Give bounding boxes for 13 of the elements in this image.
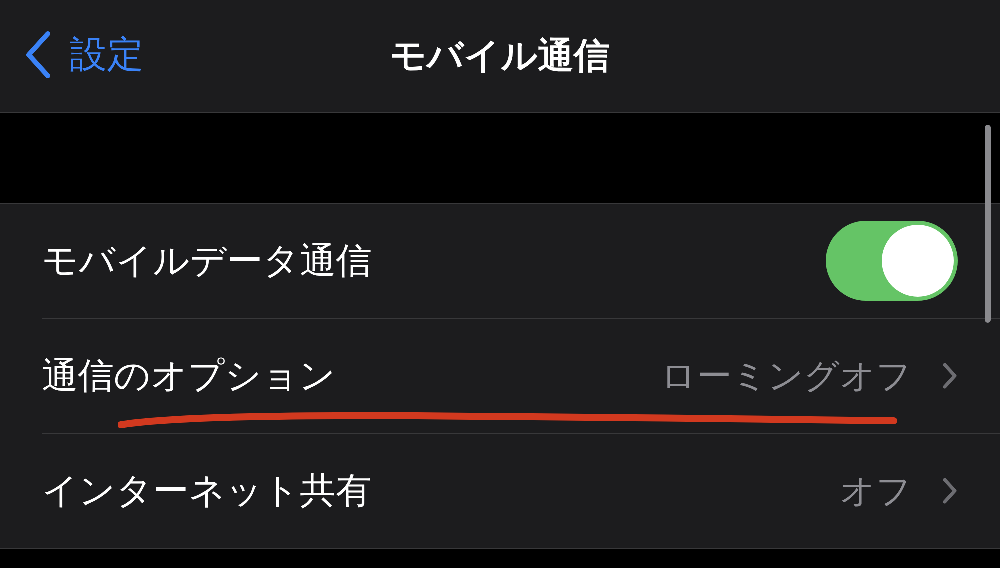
chevron-right-icon [942,477,958,505]
settings-row[interactable]: インターネット共有 オフ [0,434,1000,549]
back-chevron-icon [24,31,52,79]
back-button[interactable]: 設定 [24,30,144,80]
settings-row[interactable]: モバイルデータ通信 [42,204,1000,319]
row-label: モバイルデータ通信 [42,240,373,284]
settings-row[interactable]: 通信のオプション ローミングオフ [42,319,1000,434]
chevron-right-icon [942,362,958,390]
row-label: インターネット共有 [42,470,373,514]
row-value: ローミングオフ [661,356,912,398]
page-title: モバイル通信 [390,34,610,78]
row-label: 通信のオプション [42,354,337,398]
row-value: オフ [840,470,912,514]
